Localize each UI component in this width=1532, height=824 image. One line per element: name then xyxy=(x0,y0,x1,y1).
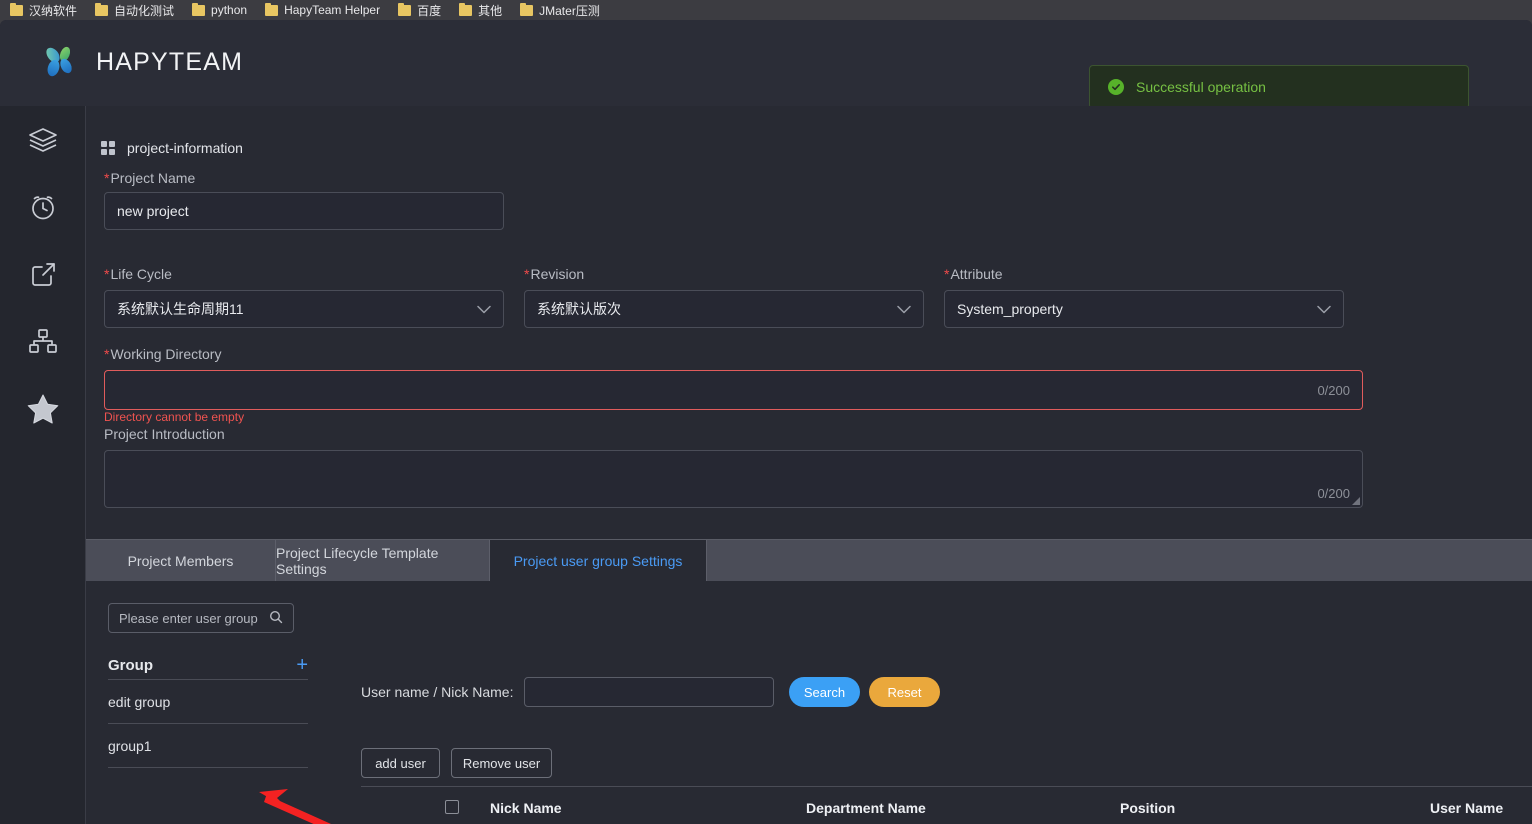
revision-value: 系统默认版次 xyxy=(537,301,621,317)
search-icon xyxy=(269,610,283,627)
bookmark-item[interactable]: HapyTeam Helper xyxy=(265,2,381,17)
bookmark-item[interactable]: 汉纳软件 xyxy=(10,2,77,19)
reset-button[interactable]: Reset xyxy=(869,677,940,707)
life-cycle-select[interactable]: 系统默认生命周期11 xyxy=(104,290,504,328)
users-table: Nick Name Department Name Position User … xyxy=(361,786,1532,824)
project-name-input[interactable]: new project xyxy=(104,192,504,230)
group-header: Group + xyxy=(108,655,308,675)
bookmark-label: 汉纳软件 xyxy=(29,3,78,18)
bookmark-item[interactable]: 百度 xyxy=(398,2,441,19)
group-list-divider xyxy=(108,767,308,768)
sidebar-item-sitemap[interactable] xyxy=(0,307,85,374)
column-header-department-name: Department Name xyxy=(806,800,926,816)
user-filter-label: User name / Nick Name: xyxy=(361,684,514,700)
success-check-icon xyxy=(1108,79,1124,95)
working-directory-label: Working Directory xyxy=(104,346,221,362)
group-search-placeholder: Please enter user group xyxy=(119,610,258,626)
flower-logo-icon xyxy=(46,46,72,77)
main-content: project-information Project Name new pro… xyxy=(85,106,1532,824)
bookmark-label: JMater压测 xyxy=(539,3,600,18)
icon-rail xyxy=(0,106,85,824)
chevron-down-icon xyxy=(897,301,911,317)
list-item[interactable]: edit group xyxy=(108,679,308,723)
revision-label: Revision xyxy=(524,266,584,282)
column-header-nick-name: Nick Name xyxy=(490,800,562,816)
bookmark-label: 百度 xyxy=(417,3,442,18)
folder-icon xyxy=(459,2,473,16)
sidebar-item-layers[interactable] xyxy=(0,106,85,173)
folder-icon xyxy=(95,2,109,16)
sidebar-item-share[interactable] xyxy=(0,240,85,307)
life-cycle-label: Life Cycle xyxy=(104,266,171,282)
attribute-select[interactable]: System_property xyxy=(944,290,1344,328)
bookmark-label: 其他 xyxy=(478,3,503,18)
alarm-clock-icon xyxy=(31,195,54,219)
project-name-value: new project xyxy=(117,203,189,219)
plus-icon[interactable]: + xyxy=(296,655,308,675)
folder-icon xyxy=(10,2,23,16)
browser-bookmarks-bar: 汉纳软件 自动化测试 python HapyTeam Helper 百度 其他 … xyxy=(0,0,1532,20)
project-introduction-textarea[interactable]: 0/200 xyxy=(104,450,1363,508)
bookmark-item[interactable]: 其他 xyxy=(459,2,502,19)
user-filter-input[interactable] xyxy=(524,677,774,707)
tab-project-members[interactable]: Project Members xyxy=(86,540,276,582)
bookmark-label: python xyxy=(211,3,248,17)
folder-icon xyxy=(265,2,279,16)
project-introduction-counter: 0/200 xyxy=(1317,486,1350,501)
brand[interactable]: HAPYTEAM xyxy=(40,42,243,82)
app-header: HAPYTEAM Successful operation xyxy=(0,20,1532,109)
project-introduction-label: Project Introduction xyxy=(104,426,225,442)
folder-icon xyxy=(192,2,206,16)
bookmark-label: HapyTeam Helper xyxy=(284,3,381,17)
brand-title: HAPYTEAM xyxy=(96,47,244,76)
sidebar-item-alarm[interactable] xyxy=(0,173,85,240)
page-title: project-information xyxy=(127,140,243,156)
sidebar-item-favorites[interactable] xyxy=(0,374,85,441)
column-header-position: Position xyxy=(1120,800,1176,816)
user-group-panel: Please enter user group Group + edit gro… xyxy=(86,581,1532,824)
working-directory-input[interactable]: 0/200 xyxy=(104,370,1363,410)
grid-squares-icon xyxy=(101,141,115,155)
table-header-row: Nick Name Department Name Position User … xyxy=(361,786,1532,824)
group-title: Group xyxy=(108,656,153,674)
search-button[interactable]: Search xyxy=(789,677,860,707)
project-name-label: Project Name xyxy=(104,170,195,186)
working-directory-error: Directory cannot be empty xyxy=(104,410,245,424)
attribute-value: System_property xyxy=(957,301,1063,317)
working-directory-counter: 0/200 xyxy=(1317,382,1350,398)
sitemap-icon xyxy=(28,328,57,353)
remove-user-button[interactable]: Remove user xyxy=(451,748,552,778)
tab-project-lifecycle-template-settings[interactable]: Project Lifecycle Template Settings xyxy=(276,540,490,582)
bookmark-item[interactable]: 自动化测试 xyxy=(95,2,174,19)
app-window: HAPYTEAM Successful operation project-in… xyxy=(0,20,1532,824)
tab-project-user-group-settings[interactable]: Project user group Settings xyxy=(490,540,707,582)
bookmark-item[interactable]: python xyxy=(192,2,248,17)
chevron-down-icon xyxy=(1317,301,1331,317)
column-header-user-name: User Name xyxy=(1430,800,1504,816)
list-item[interactable]: group1 xyxy=(108,723,308,767)
chevron-down-icon xyxy=(477,301,491,317)
bookmark-item[interactable]: JMater压测 xyxy=(520,2,600,19)
share-export-icon xyxy=(31,262,55,286)
folder-icon xyxy=(398,2,412,16)
success-toast: Successful operation xyxy=(1089,65,1469,109)
toast-text: Successful operation xyxy=(1136,79,1266,95)
bookmark-label: 自动化测试 xyxy=(114,3,175,18)
star-filled-icon xyxy=(27,394,58,423)
select-all-checkbox[interactable] xyxy=(445,800,459,814)
revision-select[interactable]: 系统默认版次 xyxy=(524,290,924,328)
tab-bar: Project Members Project Lifecycle Templa… xyxy=(86,539,1532,582)
folder-icon xyxy=(520,2,534,16)
group-search-input[interactable]: Please enter user group xyxy=(108,603,294,633)
add-user-button[interactable]: add user xyxy=(361,748,440,778)
attribute-label: Attribute xyxy=(944,266,1002,282)
layers-icon xyxy=(28,127,57,152)
life-cycle-value: 系统默认生命周期11 xyxy=(117,301,244,317)
panel-title-row: project-information xyxy=(101,140,243,156)
